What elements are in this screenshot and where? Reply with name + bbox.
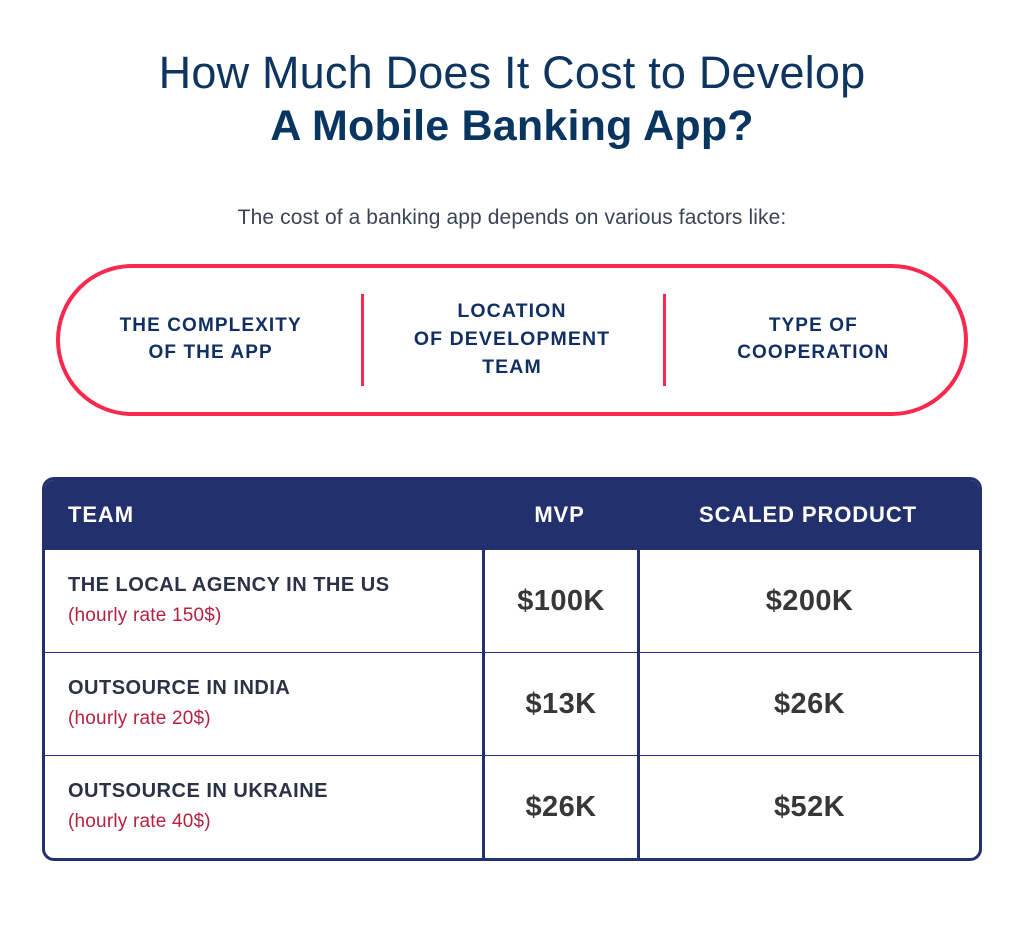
- infographic-page: How Much Does It Cost to Develop A Mobil…: [0, 0, 1024, 931]
- page-title: How Much Does It Cost to Develop A Mobil…: [0, 0, 1024, 151]
- factor-item-location: LOCATION OF DEVELOPMENT TEAM: [361, 298, 662, 381]
- column-header-team: TEAM: [68, 502, 134, 527]
- factors-pill: THE COMPLEXITY OF THE APP LOCATION OF DE…: [56, 264, 968, 416]
- cell-scaled-product: $26K: [637, 653, 979, 755]
- factor-label: LOCATION OF DEVELOPMENT TEAM: [413, 300, 611, 378]
- scaled-amount: $200K: [765, 584, 854, 617]
- subtitle: The cost of a banking app depends on var…: [237, 205, 787, 229]
- team-name: OUTSOURCE IN INDIA: [68, 677, 291, 700]
- cell-mvp: $13K: [482, 653, 637, 755]
- title-line-1: How Much Does It Cost to Develop: [158, 47, 866, 98]
- team-hourly-rate: (hourly rate 40$): [68, 811, 211, 833]
- factor-label: TYPE OF COOPERATION: [737, 315, 890, 363]
- cell-team: OUTSOURCE IN UKRAINE (hourly rate 40$): [45, 756, 482, 858]
- cell-scaled-product: $200K: [637, 550, 979, 652]
- team-name: THE LOCAL AGENCY IN THE US: [68, 574, 390, 597]
- table-row: OUTSOURCE IN INDIA (hourly rate 20$) $13…: [45, 652, 979, 755]
- table-header-row: TEAM MVP SCALED PRODUCT: [45, 480, 979, 550]
- cell-team: THE LOCAL AGENCY IN THE US (hourly rate …: [45, 550, 482, 652]
- column-header-mvp: MVP: [534, 502, 585, 527]
- team-hourly-rate: (hourly rate 20$): [68, 708, 211, 730]
- cost-table: TEAM MVP SCALED PRODUCT THE LOCAL AGENCY…: [42, 477, 982, 861]
- mvp-amount: $13K: [525, 687, 597, 720]
- cell-scaled-product: $52K: [637, 756, 979, 858]
- factor-label: THE COMPLEXITY OF THE APP: [119, 315, 302, 363]
- scaled-amount: $26K: [774, 687, 845, 720]
- table-row: OUTSOURCE IN UKRAINE (hourly rate 40$) $…: [45, 755, 979, 858]
- factor-item-complexity: THE COMPLEXITY OF THE APP: [60, 313, 361, 367]
- table-row: THE LOCAL AGENCY IN THE US (hourly rate …: [45, 550, 979, 652]
- mvp-amount: $26K: [525, 790, 597, 823]
- team-hourly-rate: (hourly rate 150$): [68, 605, 222, 627]
- scaled-amount: $52K: [774, 790, 845, 823]
- team-name: OUTSOURCE IN UKRAINE: [68, 780, 329, 803]
- cell-mvp: $26K: [482, 756, 637, 858]
- cell-mvp: $100K: [482, 550, 637, 652]
- title-line-2: A Mobile Banking App?: [270, 102, 754, 151]
- cell-team: OUTSOURCE IN INDIA (hourly rate 20$): [45, 653, 482, 755]
- column-header-scaled-product: SCALED PRODUCT: [699, 502, 917, 527]
- factor-item-cooperation: TYPE OF COOPERATION: [663, 313, 964, 367]
- mvp-amount: $100K: [517, 584, 605, 617]
